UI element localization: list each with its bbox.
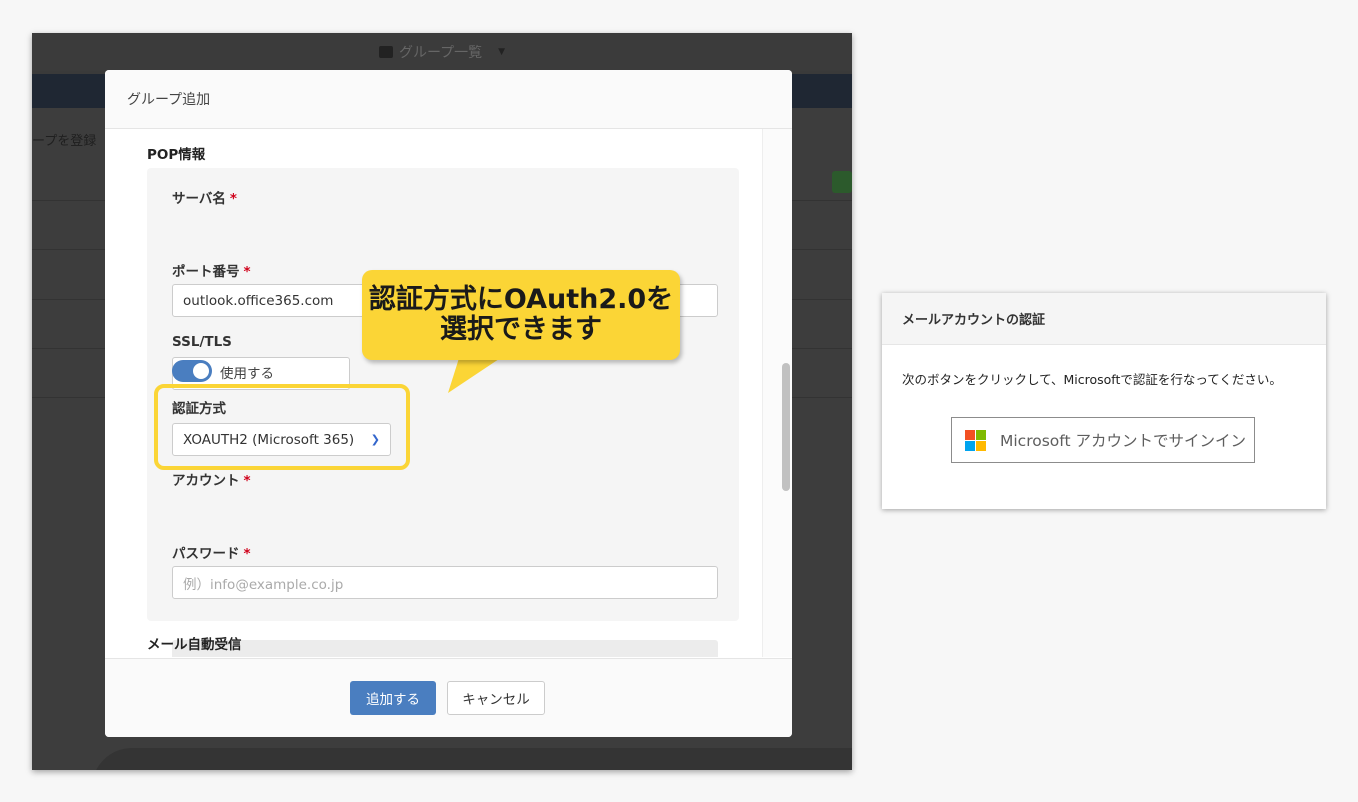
callout-tail <box>448 355 505 393</box>
required-mark: * <box>243 546 251 562</box>
modal-title: グループ追加 <box>127 92 211 108</box>
auth-highlight-frame <box>154 384 410 470</box>
add-button[interactable]: 追加する <box>350 681 436 715</box>
account-label-text: アカウント <box>172 473 240 489</box>
section-title-pop: POP情報 <box>147 147 206 163</box>
auth-dialog-title: メールアカウントの認証 <box>902 313 1046 328</box>
app-green-button <box>832 171 852 193</box>
auth-dialog-message: 次のボタンをクリックして、Microsoftで認証を行なってください。 <box>902 372 1282 387</box>
required-mark: * <box>229 191 237 207</box>
modal-scrollbar-thumb[interactable] <box>782 363 790 491</box>
modal-header: グループ追加 <box>105 70 792 129</box>
account-input[interactable]: 例）info@example.co.jp <box>172 566 718 599</box>
modal-footer: 追加する キャンセル <box>105 658 792 737</box>
server-label: サーバ名 * <box>172 187 237 207</box>
annotation-callout: 認証方式にOAuth2.0を 選択できます <box>362 270 680 360</box>
list-icon <box>378 46 393 58</box>
app-partial-text: ープを登録 <box>32 134 97 149</box>
ssl-toggle-label: 使用する <box>220 366 274 382</box>
account-label: アカウント * <box>172 469 251 489</box>
microsoft-signin-button[interactable]: Microsoft アカウントでサインイン <box>951 417 1255 463</box>
callout-line-2: 選択できます <box>440 314 602 345</box>
app-bottom-panel <box>92 748 852 770</box>
port-label: ポート番号 * <box>172 260 251 280</box>
toggle-knob <box>193 363 209 379</box>
required-mark: * <box>243 473 251 489</box>
section-title-mail: メール自動受信 <box>147 637 242 653</box>
app-topbar-title: グループ一覧 <box>398 45 483 61</box>
server-label-text: サーバ名 <box>172 191 226 207</box>
mail-auth-dialog: メールアカウントの認証 次のボタンをクリックして、Microsoftで認証を行な… <box>882 293 1326 509</box>
caret-down-icon: ▼ <box>498 47 506 57</box>
microsoft-logo-icon <box>965 429 986 451</box>
ssl-label: SSL/TLS <box>172 334 232 350</box>
app-topbar: グループ一覧 ▼ <box>32 33 852 71</box>
server-input-value: outlook.office365.com <box>183 292 334 309</box>
cancel-button[interactable]: キャンセル <box>447 681 545 715</box>
auth-dialog-header: メールアカウントの認証 <box>882 293 1326 345</box>
microsoft-signin-label: Microsoft アカウントでサインイン <box>1000 432 1246 450</box>
ssl-toggle[interactable] <box>172 360 212 382</box>
callout-line-1: 認証方式にOAuth2.0を <box>368 284 674 315</box>
port-label-text: ポート番号 <box>172 264 240 280</box>
password-input[interactable] <box>172 640 718 657</box>
password-label-text: パスワード <box>172 546 240 562</box>
password-label: パスワード * <box>172 542 251 562</box>
account-input-placeholder: 例）info@example.co.jp <box>183 576 344 593</box>
required-mark: * <box>243 264 251 280</box>
